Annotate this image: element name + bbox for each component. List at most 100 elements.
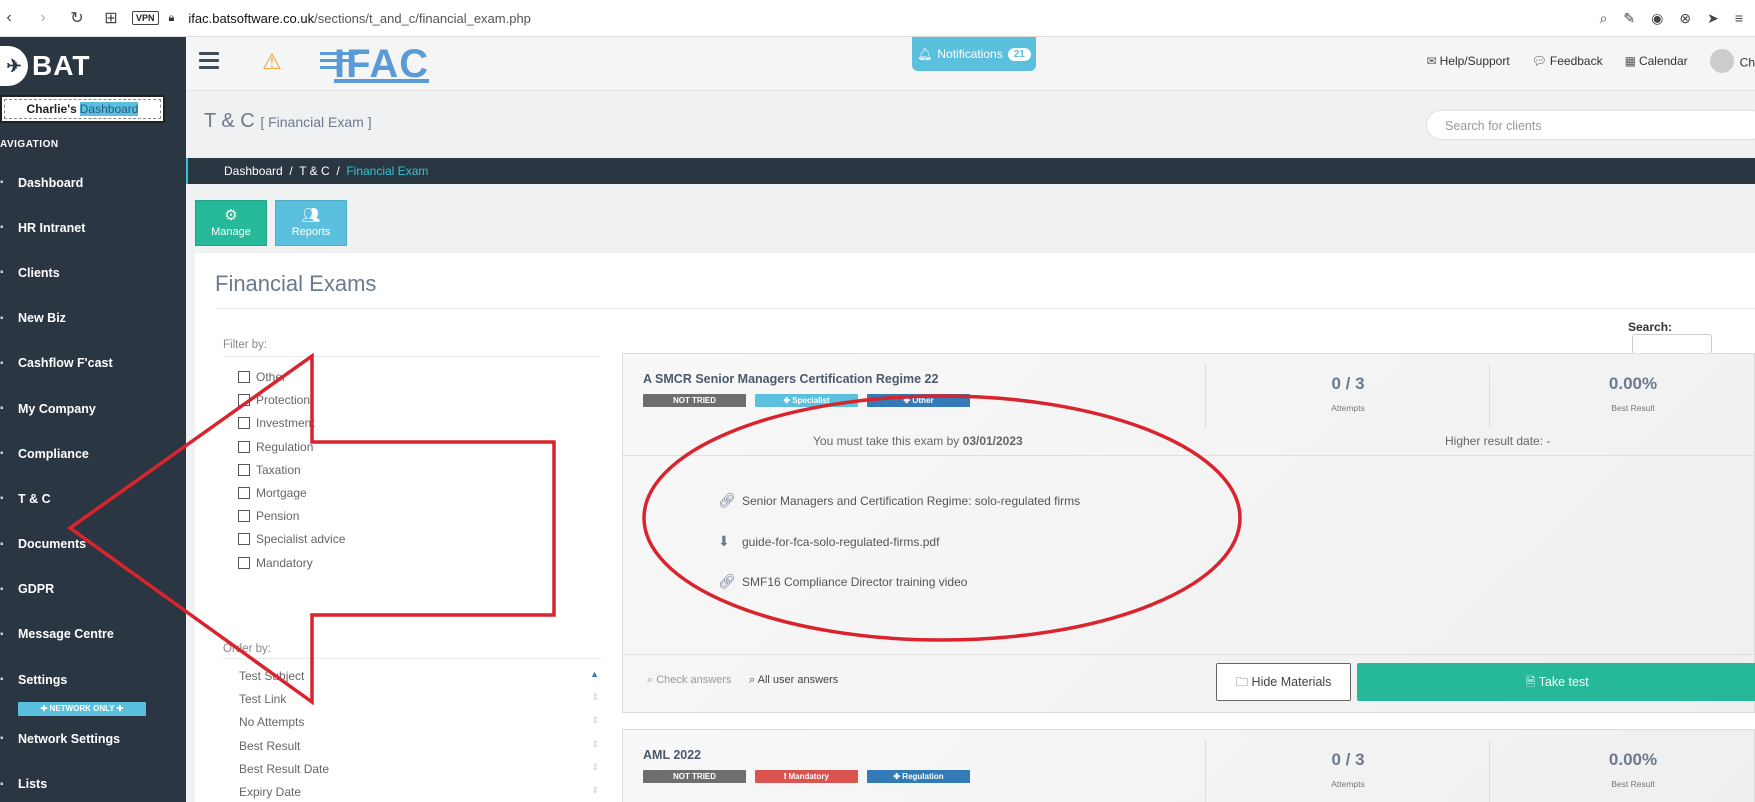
exam-card: A SMCR Senior Managers Certification Reg… [622, 353, 1755, 713]
sidebar-item-settings[interactable]: ▪ Settings [0, 657, 186, 702]
sidebar-item-new-biz[interactable]: ▪ New Biz [0, 296, 186, 341]
nav-heading: AVIGATION [0, 139, 59, 150]
menu-icon[interactable]: ≡ [1735, 10, 1743, 27]
sidebar-item-label: Documents [18, 537, 87, 552]
link-icon: 🔗︎ [718, 573, 736, 589]
filter-checkbox[interactable]: Pension [238, 509, 299, 523]
address-bar[interactable]: ifac.batsoftware.co.uk/sections/t_and_c/… [188, 11, 531, 26]
filter-label: Filter by: [223, 339, 268, 351]
tabs-grid-icon[interactable]: ⊞ [102, 8, 120, 28]
order-option[interactable]: No Attempts ⇕ [239, 715, 599, 729]
reload-icon[interactable]: ↻ [68, 8, 86, 28]
all-user-answers-link[interactable]: ⌕ All user answers [749, 674, 838, 687]
table-search[interactable]: Search: [1628, 320, 1755, 354]
reports-button[interactable]: 👥︎ Reports [275, 200, 347, 246]
users-icon: 👥︎ [301, 207, 321, 224]
calendar-link[interactable]: ▦ Calendar [1625, 54, 1688, 73]
material-link[interactable]: 🔗︎ Senior Managers and Certification Regi… [718, 492, 1080, 509]
notifications-button[interactable]: 🔔︎ Notifications 21 [912, 37, 1036, 71]
sidebar: ✈︎ BAT Charlie's Dashboard AVIGATION ▪ Das… [0, 37, 186, 802]
sidebar-item-hr-intranet[interactable]: ▪ HR Intranet [0, 205, 186, 250]
order-option[interactable]: Test Link ⇕ [239, 692, 599, 706]
hr-icon: ▪ [0, 222, 4, 234]
back-icon[interactable]: ‹ [0, 9, 18, 27]
dashboard-switch-button[interactable]: Charlie's Dashboard [0, 95, 165, 123]
filter-checkbox[interactable]: Mortgage [238, 486, 307, 500]
filter-checkbox[interactable]: Other [238, 370, 286, 384]
bat-bird-icon: ✈︎ [0, 46, 28, 86]
help-support-link[interactable]: ✉ Help/Support [1427, 54, 1510, 73]
sidebar-item-message-centre[interactable]: ▪ Message Centre [0, 612, 186, 657]
edit-icon[interactable]: ✎ [1623, 10, 1635, 27]
manage-button[interactable]: ⚙ Manage [195, 200, 267, 246]
chart-icon: ▪ [0, 357, 4, 369]
sidebar-item-network-settings[interactable]: ▪ Network Settings [0, 716, 186, 761]
lock-icon[interactable]: 🔒︎ [169, 12, 175, 25]
tag-icon: ✤ [893, 772, 903, 781]
filter-checkbox[interactable]: Regulation [238, 440, 313, 454]
sidebar-item-label: Compliance [18, 446, 89, 461]
network-only-badge: ✚ NETWORK ONLY ✚ [18, 702, 146, 717]
envelope-icon: ▪ [0, 628, 4, 640]
sidebar-item-documents[interactable]: ▪ Documents [0, 522, 186, 567]
take-test-button[interactable]: 🗎︎ Take test [1357, 663, 1755, 701]
camera-icon[interactable]: ◉ [1651, 10, 1663, 27]
hamburger-menu-icon[interactable] [199, 52, 219, 70]
sidebar-item-compliance[interactable]: ▪ Compliance [0, 431, 186, 476]
filter-checkbox[interactable]: Investment [238, 416, 315, 430]
graduation-icon: ▪ [0, 493, 4, 505]
category-badge: ❗︎ Mandatory [755, 770, 858, 783]
sidebar-item-t-c[interactable]: ▪ T & C [0, 476, 186, 521]
filter-checkbox[interactable]: Mandatory [238, 556, 313, 570]
sidebar-item-cashflow-f-cast[interactable]: ▪ Cashflow F'cast [0, 341, 186, 386]
material-download[interactable]: ⬇ guide-for-fca-solo-regulated-firms.pdf [718, 533, 939, 550]
material-link[interactable]: 🔗︎ SMF16 Compliance Director training vid… [718, 573, 967, 590]
check-answers-link[interactable]: ⌕ Check answers [647, 674, 731, 687]
checkbox [238, 533, 250, 546]
forward-icon[interactable]: › [34, 9, 52, 27]
top-bar: ⚠ IFAC 🔔︎ Notifications 21 ✉ Help/Support… [186, 37, 1755, 91]
exam-title[interactable]: AML 2022 [643, 748, 701, 762]
breadcrumb-tc[interactable]: T & C [299, 164, 329, 178]
attempts-stat: 0 / 3 Attempts [1331, 374, 1365, 413]
warning-icon[interactable]: ⚠ [262, 49, 282, 75]
filter-checkbox[interactable]: Protection [238, 393, 310, 407]
order-option[interactable]: Best Result Date ⇕ [239, 762, 599, 776]
filter-checkbox[interactable]: Specialist advice [238, 532, 345, 546]
sidebar-item-my-company[interactable]: ▪ My Company [0, 386, 186, 431]
exam-card: AML 2022 NOT TRIED ❗︎ Mandatory ✤ Regula… [622, 729, 1755, 802]
wrench-icon: ▪ [0, 674, 4, 686]
sidebar-item-label: My Company [18, 401, 96, 416]
breadcrumb: Dashboard / T & C / Financial Exam [186, 158, 1755, 184]
filter-checkbox[interactable]: Taxation [238, 463, 301, 477]
breadcrumb-dashboard[interactable]: Dashboard [224, 164, 283, 178]
order-option[interactable]: Best Result ⇕ [239, 739, 599, 753]
ifac-logo[interactable]: IFAC [320, 42, 429, 87]
hide-materials-button[interactable]: 🗀︎ Hide Materials [1216, 663, 1351, 701]
block-icon[interactable]: ⊗ [1679, 10, 1691, 27]
gear-icon: ⚙ [224, 207, 238, 224]
send-icon[interactable]: ➤ [1707, 10, 1719, 27]
feedback-link[interactable]: 💬︎ Feedback [1532, 54, 1603, 73]
notifications-count: 21 [1007, 47, 1031, 61]
page-title: T & C [ Financial Exam ] [204, 110, 372, 132]
user-menu[interactable]: Ch [1709, 49, 1755, 73]
order-option[interactable]: Test Subject ▲ [239, 669, 599, 683]
sort-icon: ⇕ [591, 738, 599, 749]
sidebar-item-gdpr[interactable]: ▪ GDPR [0, 567, 186, 612]
attempts-stat: 0 / 3 Attempts [1331, 750, 1365, 789]
sidebar-item-label: T & C [18, 491, 51, 506]
sidebar-item-label: Clients [18, 265, 60, 280]
order-option[interactable]: Expiry Date ⇕ [239, 785, 599, 799]
zoom-icon[interactable]: ⌕ [1600, 10, 1608, 27]
vpn-badge[interactable]: VPN [132, 11, 159, 25]
checkbox [238, 371, 250, 383]
checkbox [238, 417, 250, 430]
sidebar-item-dashboard[interactable]: ▪ Dashboard [0, 160, 186, 205]
sidebar-item-lists[interactable]: ▪ Lists [0, 761, 186, 802]
client-search-input[interactable]: Search for clients [1426, 110, 1755, 140]
sidebar-item-clients[interactable]: ▪ Clients [0, 250, 186, 295]
bat-logo[interactable]: ✈︎ BAT [0, 37, 186, 95]
exam-title[interactable]: A SMCR Senior Managers Certification Reg… [643, 372, 938, 386]
checkbox [238, 463, 250, 476]
